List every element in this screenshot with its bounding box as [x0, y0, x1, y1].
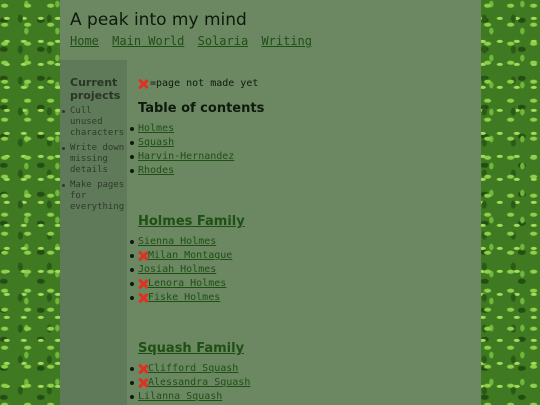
character-link[interactable]: Milan Montague [148, 249, 232, 263]
section-title-holmes-family[interactable]: Holmes Family [138, 214, 468, 229]
character-link[interactable]: Lilanna Squash [138, 390, 222, 404]
site-title: A peak into my mind [70, 10, 247, 30]
red-x-icon [138, 378, 148, 388]
main-nav: Home Main World Solaria Writing [70, 34, 318, 48]
project-item: Write down missing details [62, 143, 127, 176]
character-item: Clifford Squash [130, 362, 468, 376]
projects-list: Cull unused characters Write down missin… [60, 106, 127, 213]
character-link[interactable]: Clifford Squash [148, 362, 238, 376]
character-item: Milan Montague [130, 249, 468, 263]
holmes-family-list: Sienna Holmes Milan Montague Josiah Holm… [130, 235, 468, 305]
legend-text: =page not made yet [150, 78, 259, 89]
main-content: =page not made yet Table of contents Hol… [130, 78, 468, 404]
sidebar-heading: Current projects [70, 76, 121, 102]
character-item: Lenora Holmes [130, 277, 468, 291]
project-item: Make pages for everything [62, 180, 127, 213]
character-item: Alessandra Squash [130, 376, 468, 390]
project-item: Cull unused characters [62, 106, 127, 139]
red-x-icon [138, 293, 148, 303]
toc-title: Table of contents [138, 101, 265, 116]
toc-item: Squash [130, 136, 468, 150]
toc-link-holmes[interactable]: Holmes [138, 122, 174, 136]
page-container: A peak into my mind Home Main World Sola… [60, 0, 481, 405]
character-item: Lilanna Squash [130, 390, 468, 404]
site-header: A peak into my mind Home Main World Sola… [70, 10, 318, 48]
red-x-icon [138, 79, 148, 89]
red-x-icon [138, 251, 148, 261]
character-item: Sienna Holmes [130, 235, 468, 249]
character-item: Josiah Holmes [130, 263, 468, 277]
red-x-icon [138, 279, 148, 289]
character-item: Fiske Holmes [130, 291, 468, 305]
nav-link-writing[interactable]: Writing [261, 34, 312, 48]
toc-link-harvin-hernandez[interactable]: Harvin-Hernandez [138, 150, 234, 164]
toc-list: Holmes Squash Harvin-Hernandez Rhodes [130, 122, 468, 178]
sidebar: Current projects Cull unused characters … [60, 60, 127, 405]
section-title-squash-family[interactable]: Squash Family [138, 341, 468, 356]
nav-link-solaria[interactable]: Solaria [198, 34, 249, 48]
nav-link-home[interactable]: Home [70, 34, 99, 48]
character-link[interactable]: Josiah Holmes [138, 263, 216, 277]
toc-item: Harvin-Hernandez [130, 150, 468, 164]
squash-family-list: Clifford Squash Alessandra Squash Lilann… [130, 362, 468, 404]
character-link[interactable]: Sienna Holmes [138, 235, 216, 249]
toc-item: Holmes [130, 122, 468, 136]
red-x-icon [138, 364, 148, 374]
character-link[interactable]: Alessandra Squash [148, 376, 250, 390]
toc-item: Rhodes [130, 164, 468, 178]
character-link[interactable]: Fiske Holmes [148, 291, 220, 305]
nav-link-main-world[interactable]: Main World [112, 34, 184, 48]
toc-link-squash[interactable]: Squash [138, 136, 174, 150]
legend: =page not made yet [138, 78, 468, 89]
character-link[interactable]: Lenora Holmes [148, 277, 226, 291]
toc-link-rhodes[interactable]: Rhodes [138, 164, 174, 178]
